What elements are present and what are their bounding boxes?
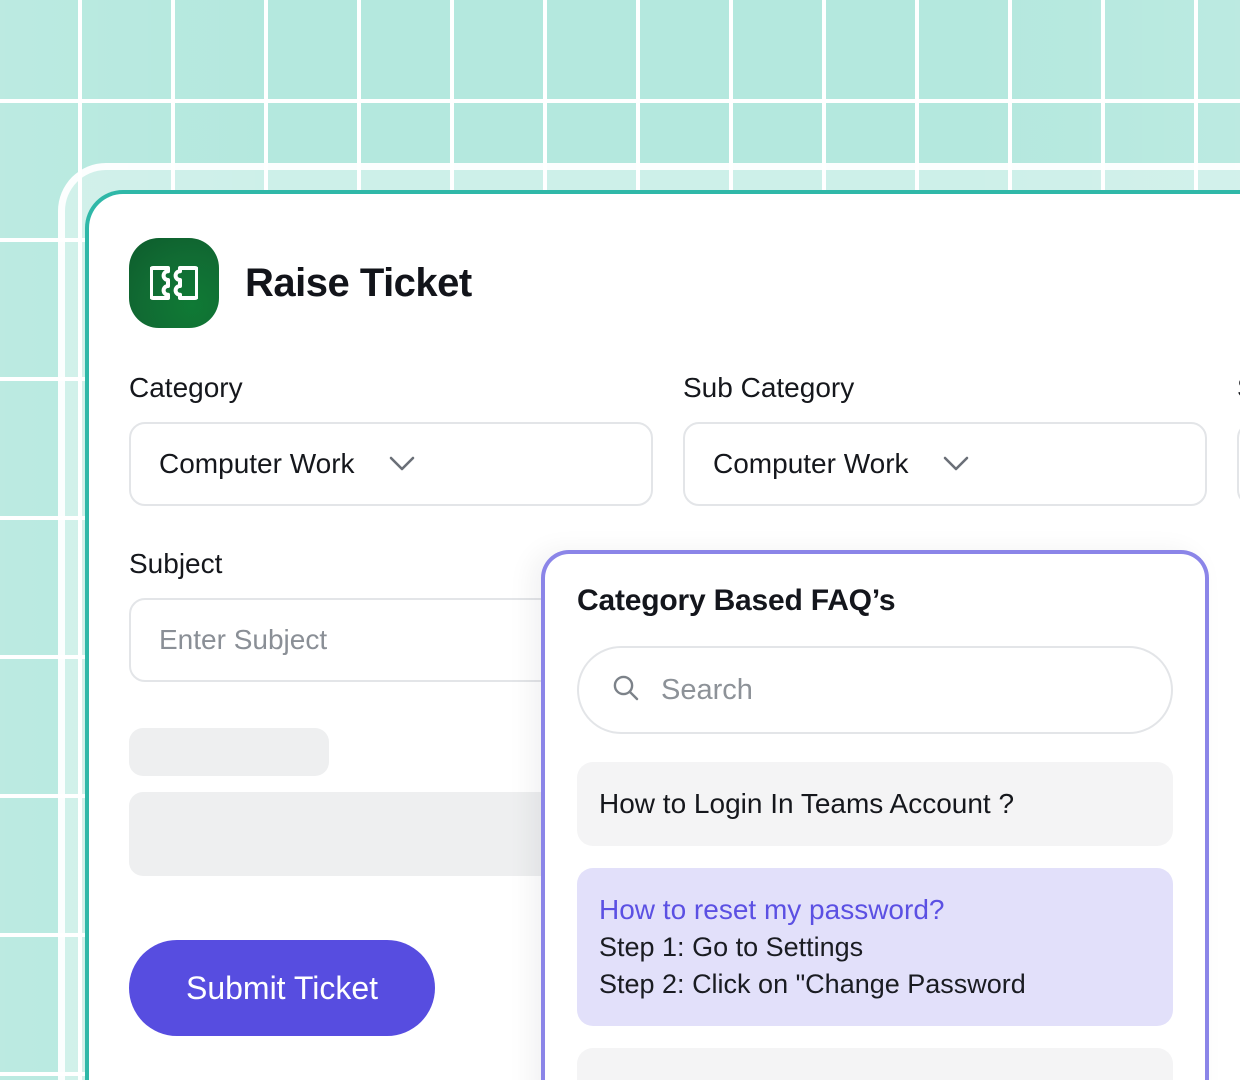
faq-answer-step: Step 2: Click on "Change Password <box>599 969 1026 999</box>
faq-panel-title: Category Based FAQ’s <box>577 584 896 617</box>
faq-answer-step: Step 1: Go to Settings <box>599 932 864 962</box>
sub-category-field: Sub Category Computer Work <box>683 372 1207 506</box>
screenshot-stage: Raise Ticket Category Computer Work Sub … <box>0 0 1240 1080</box>
page-title: Raise Ticket <box>245 260 472 305</box>
faq-search-box[interactable]: Search <box>577 646 1173 734</box>
faq-list: How to Login In Teams Account ? How to r… <box>577 762 1173 1080</box>
faq-list-item[interactable] <box>577 1048 1173 1080</box>
category-faq-panel: Category Based FAQ’s Search How to Login… <box>541 550 1209 1080</box>
faq-list-item[interactable]: How to Login In Teams Account ? <box>577 762 1173 846</box>
submit-ticket-button[interactable]: Submit Ticket <box>129 940 435 1036</box>
faq-list-item-active[interactable]: How to reset my password? Step 1: Go to … <box>577 868 1173 1026</box>
card-header: Raise Ticket <box>129 194 1240 328</box>
category-value: Computer Work <box>159 448 355 479</box>
sub-category-label: Sub Category <box>683 372 855 403</box>
category-field: Category Computer Work <box>129 372 653 506</box>
sub-category-value: Computer Work <box>713 448 909 479</box>
ticket-icon <box>129 238 219 328</box>
chevron-down-icon[interactable] <box>389 456 415 472</box>
category-label: Category <box>129 372 243 403</box>
sub-category-select[interactable]: Computer Work <box>683 422 1207 506</box>
placeholder-block-small <box>129 728 329 776</box>
faq-question: How to Login In Teams Account ? <box>599 788 1015 819</box>
category-field-row: Category Computer Work Sub Category Comp… <box>129 372 1240 506</box>
faq-search-input[interactable]: Search <box>661 674 753 707</box>
faq-question: How to reset my password? <box>599 894 945 925</box>
category-select[interactable]: Computer Work <box>129 422 653 506</box>
chevron-down-icon[interactable] <box>943 456 969 472</box>
search-icon <box>611 673 641 708</box>
subject-input[interactable]: Enter Subject <box>159 624 327 656</box>
